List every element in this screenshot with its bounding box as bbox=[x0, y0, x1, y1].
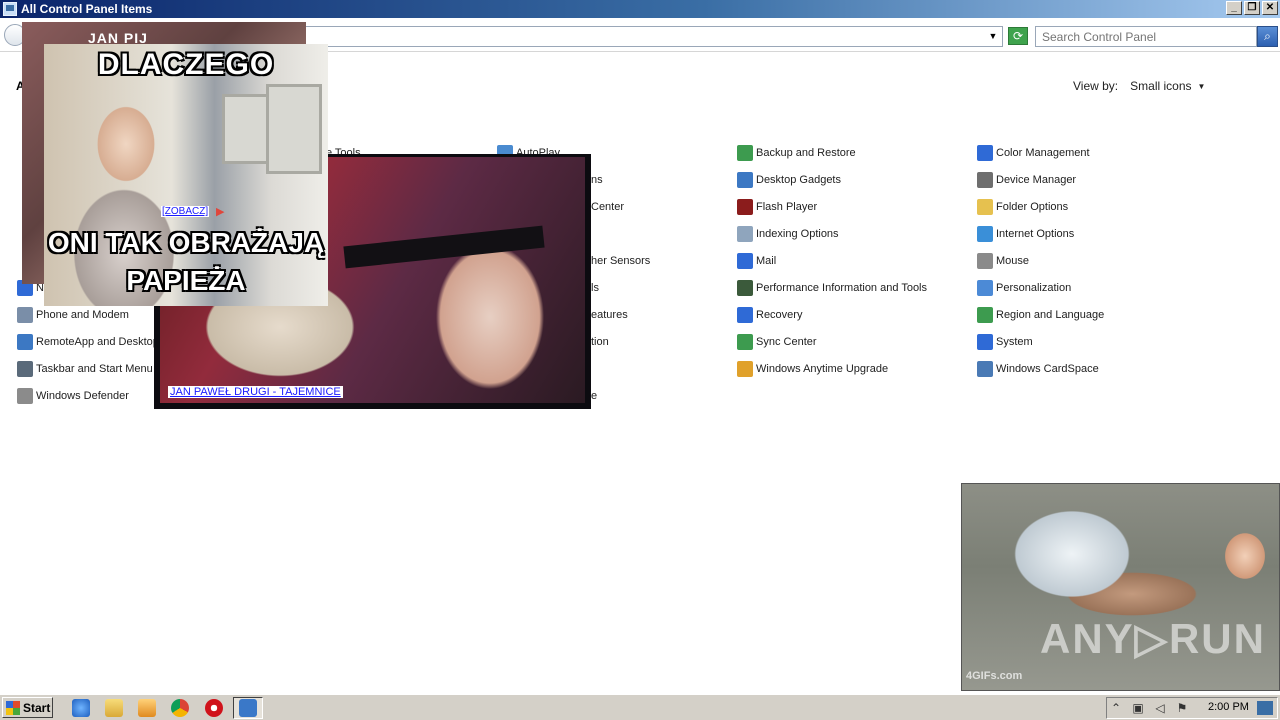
cp-item[interactable]: Sync Center bbox=[737, 333, 817, 351]
system-tray: ⌃ ▣ ◁ ⚑ bbox=[1106, 697, 1278, 719]
play-arrow-icon: ▶ bbox=[216, 206, 225, 218]
show-desktop-icon[interactable] bbox=[1257, 701, 1273, 715]
cp-item[interactable]: Region and Language bbox=[977, 306, 1104, 324]
close-button[interactable]: ✕ bbox=[1262, 1, 1278, 15]
cp-item[interactable]: Recovery bbox=[737, 306, 802, 324]
cp-item[interactable]: Windows CardSpace bbox=[977, 360, 1099, 378]
personalization-icon bbox=[977, 280, 993, 296]
gif-source: 4GIFs.com bbox=[966, 670, 1023, 682]
phone-modem-icon bbox=[17, 307, 33, 323]
cp-item[interactable]: System bbox=[977, 333, 1033, 351]
watermark: ANY▷RUN bbox=[1040, 615, 1266, 662]
opera-icon[interactable] bbox=[205, 699, 223, 717]
cp-item[interactable]: e bbox=[591, 387, 597, 405]
folder-icon bbox=[977, 199, 993, 215]
cp-item[interactable]: Indexing Options bbox=[737, 225, 839, 243]
search-icon[interactable]: ⌕ bbox=[1257, 26, 1278, 47]
monitor-image bbox=[266, 84, 322, 174]
internet-explorer-icon[interactable] bbox=[72, 699, 90, 717]
restore-button[interactable]: ❐ bbox=[1244, 1, 1260, 15]
monitor-image bbox=[222, 94, 272, 164]
ad-video-link[interactable]: JAN PAWEŁ DRUGI - TAJEMNICE bbox=[168, 386, 343, 398]
cp-item[interactable]: Personalization bbox=[977, 279, 1071, 297]
sync-icon bbox=[737, 334, 753, 350]
gadgets-icon bbox=[737, 172, 753, 188]
cp-item[interactable]: Mouse bbox=[977, 252, 1029, 270]
backup-icon bbox=[737, 145, 753, 161]
cp-item[interactable]: her Sensors bbox=[591, 252, 650, 270]
control-panel-icon bbox=[3, 2, 17, 16]
cp-item[interactable]: Mail bbox=[737, 252, 776, 270]
cp-item[interactable]: Folder Options bbox=[977, 198, 1068, 216]
windows-logo-icon bbox=[6, 700, 20, 715]
window-title: All Control Panel Items bbox=[21, 2, 153, 16]
ad-front-headline: DLACZEGO bbox=[97, 48, 275, 81]
flash-icon bbox=[737, 199, 753, 215]
search-input[interactable] bbox=[1035, 26, 1257, 47]
cp-item[interactable]: Backup and Restore bbox=[737, 144, 856, 162]
explorer-folder-icon[interactable] bbox=[105, 699, 123, 717]
show-hidden-icons-icon[interactable]: ⌃ bbox=[1109, 701, 1123, 715]
recovery-icon bbox=[737, 307, 753, 323]
device-manager-icon bbox=[977, 172, 993, 188]
media-player-icon[interactable] bbox=[138, 699, 156, 717]
cp-item[interactable]: ls bbox=[591, 279, 599, 297]
title-bar: All Control Panel Items _ ❐ ✕ bbox=[0, 0, 1280, 18]
cp-item[interactable]: Device Manager bbox=[977, 171, 1076, 189]
control-panel-taskbar-button[interactable] bbox=[233, 697, 263, 719]
performance-icon bbox=[737, 280, 753, 296]
cp-item[interactable]: Performance Information and Tools bbox=[737, 279, 927, 297]
control-panel-icon bbox=[239, 699, 257, 717]
remoteapp-icon bbox=[17, 334, 33, 350]
defender-icon bbox=[17, 388, 33, 404]
color-management-icon bbox=[977, 145, 993, 161]
cp-item[interactable]: Windows Defender bbox=[17, 387, 129, 405]
clock[interactable]: 2:00 PM bbox=[1208, 701, 1249, 713]
address-dropdown-icon[interactable]: ▼ bbox=[986, 28, 1000, 44]
chevron-down-icon: ▼ bbox=[1197, 82, 1206, 91]
mouse-icon bbox=[977, 253, 993, 269]
cp-item[interactable]: ns bbox=[591, 171, 603, 189]
view-by: View by: Small icons ▼ bbox=[1073, 79, 1205, 93]
start-label: Start bbox=[23, 700, 51, 715]
cp-item[interactable]: Flash Player bbox=[737, 198, 817, 216]
cp-item[interactable]: Phone and Modem bbox=[17, 306, 129, 324]
action-center-flag-icon[interactable]: ⚑ bbox=[1175, 701, 1189, 715]
popup-ad-gif[interactable]: ANY▷RUN 4GIFs.com bbox=[961, 483, 1280, 691]
cp-item[interactable]: RemoteApp and Desktop bbox=[17, 333, 159, 351]
start-button[interactable]: Start bbox=[2, 697, 53, 718]
cp-item[interactable]: Internet Options bbox=[977, 225, 1074, 243]
refresh-icon[interactable]: ⟳ bbox=[1008, 27, 1028, 45]
chrome-icon[interactable] bbox=[171, 699, 189, 717]
mail-icon bbox=[737, 253, 753, 269]
globe-icon bbox=[977, 307, 993, 323]
view-by-dropdown[interactable]: Small icons ▼ bbox=[1130, 79, 1205, 93]
volume-icon[interactable]: ◁ bbox=[1153, 701, 1167, 715]
cardspace-icon bbox=[977, 361, 993, 377]
cp-item[interactable]: tion bbox=[591, 333, 609, 351]
cp-item[interactable]: Windows Anytime Upgrade bbox=[737, 360, 888, 378]
cp-item[interactable]: Taskbar and Start Menu bbox=[17, 360, 153, 378]
zobacz-link[interactable]: [ZOBACZ] bbox=[161, 206, 210, 217]
cp-item[interactable]: eatures bbox=[591, 306, 628, 324]
window-controls: _ ❐ ✕ bbox=[1226, 1, 1278, 15]
network-icon[interactable]: ▣ bbox=[1131, 701, 1145, 715]
cp-item[interactable]: Desktop Gadgets bbox=[737, 171, 841, 189]
windows-logo-icon bbox=[737, 361, 753, 377]
cp-item[interactable]: Center bbox=[591, 198, 624, 216]
minimize-button[interactable]: _ bbox=[1226, 1, 1242, 15]
taskbar-icon bbox=[17, 361, 33, 377]
ad-front-caption: ONI TAK OBRAŻAJĄ PAPIEŻA bbox=[47, 227, 325, 296]
cp-item[interactable]: Color Management bbox=[977, 144, 1090, 162]
indexing-icon bbox=[737, 226, 753, 242]
taskbar: Start ⌃ ▣ ◁ ⚑ 2:00 PM bbox=[0, 694, 1280, 720]
internet-options-icon bbox=[977, 226, 993, 242]
view-by-label: View by: bbox=[1073, 79, 1119, 93]
system-icon bbox=[977, 334, 993, 350]
popup-ad-front[interactable]: DLACZEGO [ZOBACZ] ▶ ONI TAK OBRAŻAJĄ PAP… bbox=[44, 44, 328, 306]
